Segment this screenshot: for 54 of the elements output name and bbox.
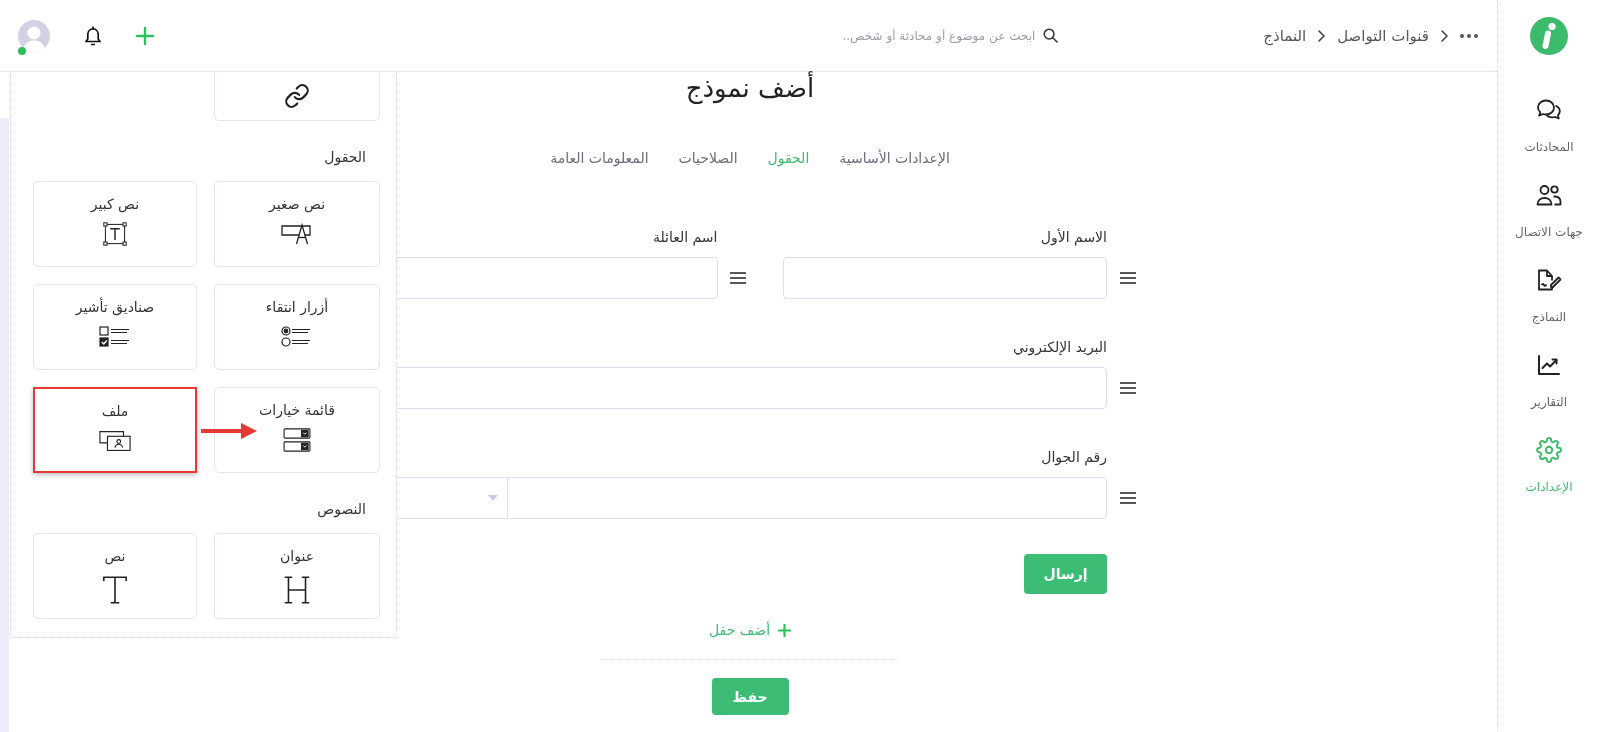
palette-card[interactable] — [214, 72, 380, 121]
checkbox-list-icon — [99, 325, 131, 349]
search-icon — [1043, 28, 1059, 43]
text-field-icon — [281, 222, 313, 246]
field-label: اسم العائلة — [652, 228, 718, 247]
field-label: رقم الجوال — [1041, 448, 1107, 467]
image-file-icon — [99, 429, 131, 453]
text-icon — [100, 574, 130, 606]
line-chart-icon — [1536, 352, 1562, 378]
drag-handle-icon[interactable] — [1119, 382, 1136, 394]
palette-card[interactable]: صناديق تأشير — [33, 284, 197, 370]
drag-handle-icon[interactable] — [730, 272, 746, 284]
tab[interactable]: المعلومات العامة — [550, 148, 649, 168]
drag-handle-icon[interactable] — [1119, 272, 1136, 284]
palette-card[interactable]: نص كبير — [33, 181, 197, 267]
plus-icon — [778, 623, 792, 637]
breadcrumb-link[interactable]: قنوات التواصل — [1337, 26, 1429, 45]
nav-item[interactable]: النماذج — [1527, 259, 1571, 333]
pointer-arrow — [201, 423, 257, 439]
section-title: الحقول — [324, 148, 366, 167]
palette-card[interactable]: ملف — [33, 387, 197, 473]
field-label: البريد الإلكتروني — [1013, 338, 1107, 357]
nav-item[interactable]: جهات الاتصال — [1511, 174, 1587, 248]
chevron-icon — [1318, 29, 1326, 42]
drag-handle-icon[interactable] — [1119, 492, 1136, 504]
chevron-icon — [1441, 29, 1448, 42]
breadcrumb-link[interactable]: النماذج — [1263, 26, 1307, 45]
more-icon[interactable] — [1460, 33, 1478, 38]
palette-card[interactable]: أزرار انتقاء — [214, 284, 380, 370]
phone-input-field[interactable] — [507, 477, 1107, 519]
page-title: أضف نموذج — [685, 72, 815, 104]
input-field[interactable] — [782, 257, 1107, 299]
radio-list-icon — [281, 325, 313, 349]
field-label: الاسم الأول — [1040, 227, 1107, 247]
logo-icon[interactable] — [1529, 16, 1569, 56]
plus-icon[interactable] — [136, 26, 154, 45]
tab[interactable]: الإعدادات الأساسية — [839, 148, 950, 168]
nav-item[interactable]: المحادثات — [1520, 89, 1578, 163]
palette-card[interactable]: نص — [33, 533, 197, 619]
palette-card[interactable]: عنوان — [214, 533, 380, 619]
settings-icon — [1536, 437, 1562, 463]
palette-card[interactable]: قائمة خيارات — [214, 387, 380, 473]
document-pen-icon — [1536, 267, 1562, 293]
dropdown-list-icon — [281, 428, 313, 452]
people-icon — [1536, 182, 1562, 208]
avatar-icon[interactable] — [18, 19, 50, 52]
palette-card[interactable]: نص صغير — [214, 181, 380, 267]
tab[interactable]: الصلاحيات — [678, 148, 738, 168]
nav-item[interactable]: التقارير — [1526, 344, 1572, 418]
heading-icon — [282, 574, 312, 606]
link-icon — [284, 83, 310, 109]
caret-icon — [488, 495, 498, 501]
section-title: النصوص — [317, 500, 366, 519]
bell-icon[interactable] — [83, 24, 103, 47]
